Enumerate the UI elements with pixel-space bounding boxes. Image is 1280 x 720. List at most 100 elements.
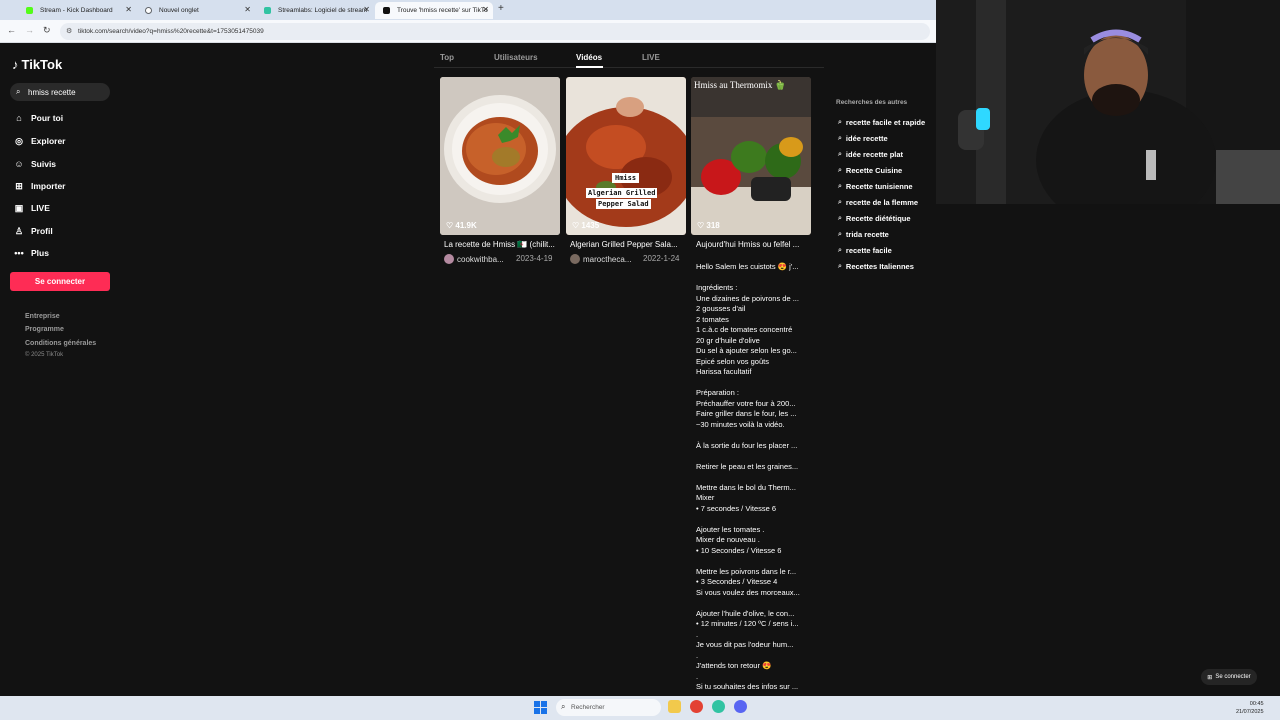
video-title-2[interactable]: Algerian Grilled Pepper Sala... — [570, 240, 685, 249]
footer-link-entreprise[interactable]: Entreprise — [25, 313, 60, 320]
search-icon: ⌕ — [838, 262, 842, 270]
kick-favicon-icon — [26, 7, 33, 14]
related-search-item[interactable]: ⌕ idée recette — [838, 134, 888, 143]
related-search-item[interactable]: ⌕ idée recette plat — [838, 150, 903, 159]
streamlabs-favicon-icon — [264, 7, 271, 14]
video-card-1[interactable]: ♡ 41.9K — [440, 77, 560, 235]
close-tab-icon[interactable]: ✕ — [125, 5, 132, 14]
site-info-icon[interactable]: ⚙ — [66, 27, 72, 35]
description-line: Epicé selon vos goûts — [696, 356, 769, 366]
tab-utilisateurs[interactable]: Utilisateurs — [494, 53, 538, 62]
description-line: • 10 Secondes / Vitesse 6 — [696, 545, 782, 555]
search-icon: ⌕ — [838, 166, 842, 174]
nav-profil[interactable]: ♙ Profil — [12, 223, 53, 239]
related-search-item[interactable]: ⌕ recette facile et rapide — [838, 118, 925, 127]
taskbar-search[interactable]: ⌕ Rechercher — [556, 699, 661, 716]
description-line: 20 gr d'huile d'olive — [696, 335, 760, 345]
nav-explorer[interactable]: ◎ Explorer — [12, 133, 65, 149]
upload-icon: ⊞ — [15, 180, 23, 191]
related-search-item[interactable]: ⌕ Recettes Italiennes — [838, 262, 914, 271]
new-tab-button[interactable]: + — [498, 3, 504, 14]
video-card-2[interactable]: Hmiss Algerian Grilled Pepper Salad ♡ 14… — [566, 77, 686, 235]
nav-plus[interactable]: ••• Plus — [12, 245, 49, 261]
close-tab-icon[interactable]: ✕ — [363, 5, 370, 14]
likes-count: ♡ 318 — [697, 221, 720, 230]
logo-text: TikTok — [21, 57, 63, 72]
nav-label: Pour toi — [31, 113, 64, 123]
description-line: • 12 minutes / 120 ºC / sens i... — [696, 619, 799, 628]
search-input[interactable]: ⌕ hmiss recette — [10, 83, 110, 101]
nav-label: LIVE — [31, 203, 50, 213]
video-author-2[interactable]: marocthеca... — [570, 254, 631, 264]
description-line: Je vous dit pas l'odeur hum... — [696, 640, 794, 649]
related-search-item[interactable]: ⌕ Recette diététique — [838, 214, 911, 223]
taskbar-clock: 00:45 21/07/2025 — [1236, 700, 1264, 716]
nav-suivis[interactable]: ☺ Suivis — [12, 156, 56, 172]
browser-tab-tiktok[interactable]: Trouve 'hmiss recette' sur TikTo ✕ — [375, 2, 493, 19]
browser-tab-streamlabs[interactable]: Streamlabs: Logiciel de stream ✕ — [256, 2, 374, 19]
copyright: © 2025 TikTok — [25, 352, 64, 358]
video-date-1: 2023-4-19 — [516, 254, 553, 263]
footer-link-programme[interactable]: Programme — [25, 326, 64, 333]
forward-arrow-icon[interactable]: → — [25, 25, 34, 35]
nav-label: Plus — [31, 248, 49, 258]
description-line: ~30 minutes voilà la vidéo. — [696, 419, 785, 429]
related-search-item[interactable]: ⌕ Recette tunisienne — [838, 182, 913, 191]
chrome-icon[interactable] — [690, 700, 703, 713]
avatar — [444, 254, 454, 264]
video-thumbnail-3 — [691, 77, 811, 235]
video-title-3[interactable]: Aujourd'hui Hmiss ou felfel ... — [696, 240, 811, 249]
search-icon: ⌕ — [838, 182, 842, 190]
tab-videos[interactable]: Vidéos — [576, 53, 602, 62]
video-author-1[interactable]: cookwithba... — [444, 254, 504, 264]
discord-icon[interactable] — [734, 700, 747, 713]
reload-icon[interactable]: ↻ — [43, 25, 51, 36]
close-tab-icon[interactable]: ✕ — [244, 5, 251, 14]
clock-date: 21/07/2025 — [1236, 709, 1264, 715]
tab-live[interactable]: LIVE — [642, 53, 660, 62]
nav-live[interactable]: ▣ LIVE — [12, 200, 50, 216]
description-line: Mettre dans le bol du Therm... — [696, 482, 796, 492]
description-line: 2 tomates — [696, 314, 729, 324]
description-line: • 7 secondes / Vitesse 6 — [696, 503, 777, 513]
video-title-1[interactable]: La recette de Hmiss 🇩🇿 (chilit... — [444, 240, 559, 249]
url-field[interactable]: ⚙ tiktok.com/search/video?q=hmiss%20rece… — [60, 23, 930, 40]
search-icon: ⌕ — [561, 702, 566, 711]
tiktok-logo[interactable]: ♪ TikTok — [12, 57, 62, 72]
close-tab-icon[interactable]: ✕ — [482, 5, 489, 14]
url-text: tiktok.com/search/video?q=hmiss%20recett… — [78, 28, 264, 35]
browser-tab-new[interactable]: Nouvel onglet ✕ — [137, 2, 255, 19]
nav-label: Profil — [31, 226, 53, 236]
login-icon: ⊞ — [1207, 674, 1213, 681]
tiktok-note-icon: ♪ — [12, 57, 19, 72]
description-line: Mettre les poivrons dans le r... — [696, 566, 797, 576]
related-search-item[interactable]: ⌕ recette de la flemme — [838, 198, 918, 207]
login-button[interactable]: Se connecter — [10, 272, 110, 291]
description-line: Mixer — [696, 493, 715, 502]
windows-start-icon[interactable] — [534, 701, 547, 714]
video-card-3[interactable]: Hmiss au Thermomix 🫑 ♡ 318 — [691, 77, 811, 235]
tab-top[interactable]: Top — [440, 53, 454, 62]
nav-importer[interactable]: ⊞ Importer — [12, 178, 65, 194]
author-name: marocthеca... — [583, 254, 632, 264]
live-icon: ▣ — [14, 202, 24, 213]
footer-link-conditions[interactable]: Conditions générales — [25, 340, 96, 347]
file-explorer-icon[interactable] — [668, 700, 681, 713]
related-search-item[interactable]: ⌕ trida recette — [838, 230, 889, 239]
description-line: Une dizaines de poivrons de ... — [696, 293, 799, 303]
related-search-item[interactable]: ⌕ Recette Cuisine — [838, 166, 902, 175]
nav-pour-toi[interactable]: ⌂ Pour toi — [12, 110, 63, 126]
description-line: Mixer de nouveau . — [696, 535, 760, 544]
related-search-item[interactable]: ⌕ recette facile — [838, 246, 892, 255]
description-line: Hello Salem les cuistots 😍 j'... — [696, 262, 799, 271]
windows-taskbar: ⌕ Rechercher — [0, 696, 1280, 720]
more-icon: ••• — [14, 248, 24, 258]
description-line: 1 c.à.c de tomates concentré — [696, 325, 793, 334]
back-arrow-icon[interactable]: ← — [7, 25, 16, 35]
search-icon: ⌕ — [838, 134, 842, 142]
floating-login-button[interactable]: ⊞ Se connecter — [1201, 669, 1257, 685]
streamlabs-icon[interactable] — [712, 700, 725, 713]
related-search-label: Recettes Italiennes — [845, 262, 914, 271]
search-icon: ⌕ — [838, 214, 842, 222]
browser-tab-kick[interactable]: Stream - Kick Dashboard ✕ — [18, 2, 136, 19]
